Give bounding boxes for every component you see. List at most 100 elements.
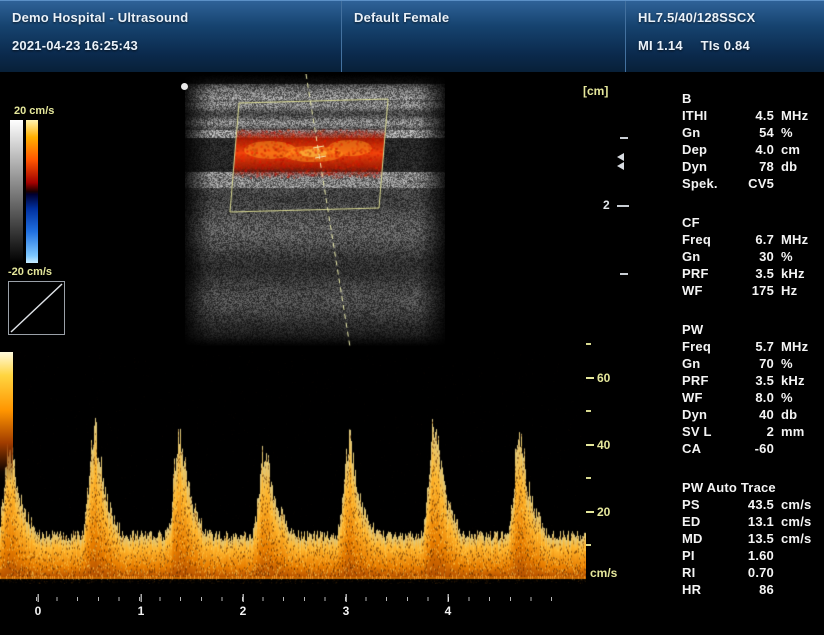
param-row: Spek.CV5	[682, 175, 814, 192]
param-row: PRF3.5kHz	[682, 265, 814, 282]
ultrasound-screen: Demo Hospital - Ultrasound 2021-04-23 16…	[0, 0, 824, 635]
depth-tick	[620, 273, 628, 275]
velocity-minor-tick	[586, 410, 591, 412]
param-unit: Hz	[774, 282, 814, 299]
bmode-image[interactable]	[185, 74, 445, 347]
acoustic-output: MI 1.14 TIs 0.84	[638, 38, 812, 53]
map-bars	[10, 120, 38, 263]
param-section-title: PW Auto Trace	[682, 479, 814, 496]
param-unit: MHz	[774, 231, 814, 248]
param-row: HR86	[682, 581, 814, 598]
param-unit: mm	[774, 423, 814, 440]
param-row: Dep4.0cm	[682, 141, 814, 158]
tick-dash-icon	[586, 511, 594, 513]
header-left: Demo Hospital - Ultrasound 2021-04-23 16…	[0, 1, 341, 72]
velocity-unit-label: cm/s	[590, 566, 617, 580]
param-row: PS43.5cm/s	[682, 496, 814, 513]
param-rows: Freq5.7MHzGn70%PRF3.5kHzWF8.0%Dyn40dbSV …	[682, 338, 814, 457]
param-unit: kHz	[774, 265, 814, 282]
velocity-tick: 20	[586, 505, 610, 519]
param-row: ITHI4.5MHz	[682, 107, 814, 124]
time-axis: 0 1 2 3 4	[0, 594, 600, 626]
param-row: Gn54%	[682, 124, 814, 141]
param-row: Freq6.7MHz	[682, 231, 814, 248]
focus-arrow-icon	[617, 162, 624, 170]
gray-map-bar	[10, 120, 23, 263]
velocity-minor-tick	[586, 477, 591, 479]
param-row: RI0.70	[682, 564, 814, 581]
param-value: 5.7	[734, 338, 774, 355]
param-label: Dep	[682, 141, 734, 158]
param-row: PI1.60	[682, 547, 814, 564]
focus-marker-icon	[617, 153, 624, 170]
param-label: SV L	[682, 423, 734, 440]
velocity-tick-label: 60	[597, 371, 610, 385]
param-label: MD	[682, 530, 734, 547]
header-bar: Demo Hospital - Ultrasound 2021-04-23 16…	[0, 0, 824, 73]
param-label: WF	[682, 282, 734, 299]
focus-arrow-icon	[617, 153, 624, 161]
tick-dash-icon	[586, 377, 594, 379]
param-label: Freq	[682, 338, 734, 355]
time-tick-label: 0	[35, 604, 42, 618]
param-unit	[774, 581, 814, 598]
gamma-curve-display	[8, 281, 65, 335]
pw-gain-bar	[0, 352, 13, 482]
time-tick-label: 1	[138, 604, 145, 618]
orientation-marker-icon	[181, 83, 188, 90]
param-label: Gn	[682, 124, 734, 141]
param-label: Dyn	[682, 158, 734, 175]
tick-icon	[346, 594, 347, 602]
param-label: PRF	[682, 265, 734, 282]
param-label: WF	[682, 389, 734, 406]
velocity-tick: 40	[586, 438, 610, 452]
probe-label: HL7.5/40/128SSCX	[638, 10, 812, 25]
depth-tick	[620, 137, 628, 139]
time-tick-label: 4	[445, 604, 452, 618]
param-row: Gn30%	[682, 248, 814, 265]
param-value: 8.0	[734, 389, 774, 406]
velocity-tick-label: 40	[597, 438, 610, 452]
pw-spectrum[interactable]	[0, 352, 586, 584]
param-unit: %	[774, 248, 814, 265]
param-label: ED	[682, 513, 734, 530]
color-map-bar	[26, 120, 38, 263]
param-value: 0.70	[734, 564, 774, 581]
time-tick: 4	[445, 594, 452, 618]
param-label: Gn	[682, 355, 734, 372]
param-row: Dyn78db	[682, 158, 814, 175]
param-section-title: PW	[682, 321, 814, 338]
parameter-panel: B ITHI4.5MHzGn54%Dep4.0cmDyn78dbSpek.CV5…	[682, 90, 814, 620]
param-value: 40	[734, 406, 774, 423]
param-row: PRF3.5kHz	[682, 372, 814, 389]
param-value: 70	[734, 355, 774, 372]
velocity-minor-tick	[586, 343, 591, 345]
param-label: PI	[682, 547, 734, 564]
depth-unit-label: [cm]	[583, 84, 608, 98]
time-tick: 1	[138, 594, 145, 618]
param-rows: ITHI4.5MHzGn54%Dep4.0cmDyn78dbSpek.CV5	[682, 107, 814, 192]
param-row: CA-60	[682, 440, 814, 457]
color-scale-bottom-label: -20 cm/s	[8, 266, 52, 278]
hospital-title: Demo Hospital - Ultrasound	[12, 10, 329, 25]
param-value: 86	[734, 581, 774, 598]
param-unit: %	[774, 355, 814, 372]
datetime-label: 2021-04-23 16:25:43	[12, 38, 329, 53]
param-row: Dyn40db	[682, 406, 814, 423]
header-patient: Default Female	[341, 1, 625, 72]
param-label: HR	[682, 581, 734, 598]
param-section-title: B	[682, 90, 814, 107]
time-minor-ticks	[36, 597, 567, 601]
param-value: 2	[734, 423, 774, 440]
param-section-title: CF	[682, 214, 814, 231]
param-value: 4.5	[734, 107, 774, 124]
param-unit: cm/s	[774, 496, 814, 513]
time-tick: 3	[343, 594, 350, 618]
time-tick: 2	[240, 594, 247, 618]
param-unit: db	[774, 406, 814, 423]
param-label: PRF	[682, 372, 734, 389]
param-label: PS	[682, 496, 734, 513]
depth-tick	[617, 205, 629, 207]
time-tick: 0	[35, 594, 42, 618]
time-tick-label: 2	[240, 604, 247, 618]
